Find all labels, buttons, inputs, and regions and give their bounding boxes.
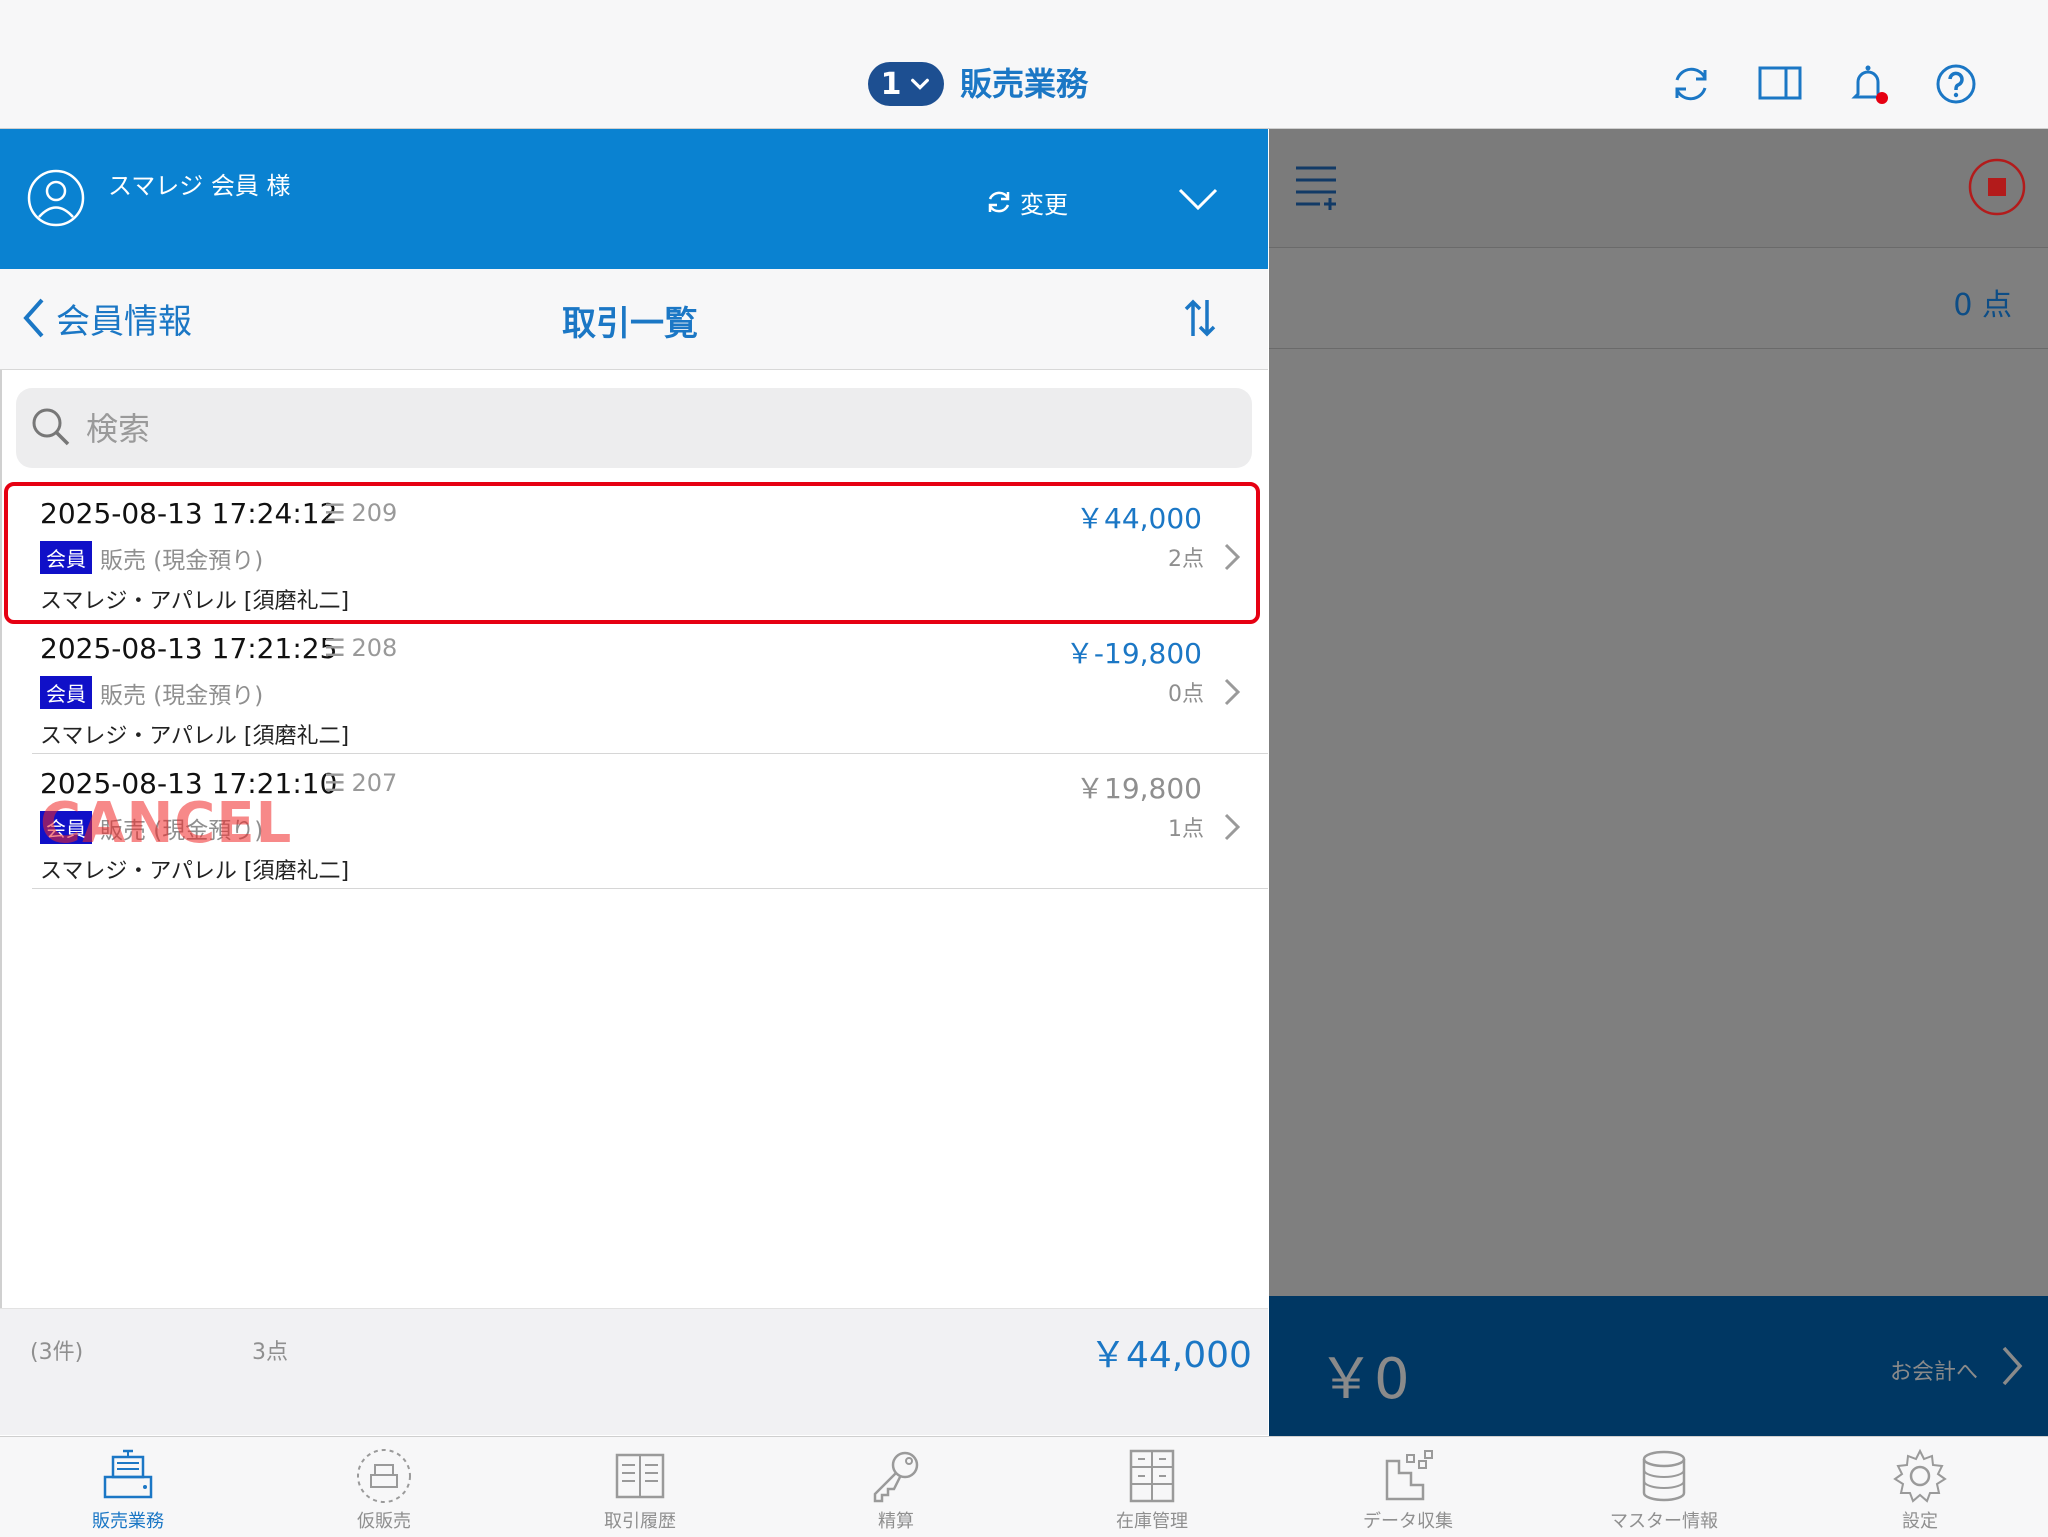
- transaction-kind: 販売 (現金預り): [100, 683, 264, 709]
- chevron-right-icon: [1224, 813, 1241, 841]
- tab-label: 在庫管理: [1116, 1511, 1188, 1532]
- search-input[interactable]: [84, 396, 1238, 462]
- change-member-button[interactable]: 変更: [984, 184, 1068, 220]
- tab-inventory[interactable]: 在庫管理: [1024, 1437, 1280, 1537]
- register-selector[interactable]: 1: [868, 62, 944, 106]
- tab-settlement[interactable]: 精算: [768, 1437, 1024, 1537]
- temp-sale-icon: [357, 1449, 411, 1503]
- database-icon: [1642, 1450, 1686, 1502]
- chevron-right-icon: [1224, 678, 1241, 706]
- cart-header: [1269, 129, 2048, 248]
- tab-label: 取引履歴: [604, 1511, 676, 1532]
- tab-history[interactable]: 取引履歴: [512, 1437, 768, 1537]
- transaction-row[interactable]: 2025-08-13 17:21:10 ☰ 207 ￥19,800 会員 販売 (…: [30, 755, 1268, 889]
- app-title: 販売業務: [960, 65, 1089, 103]
- register-icon: [103, 1449, 153, 1499]
- chevron-down-icon: [911, 78, 930, 90]
- search-icon: [30, 406, 72, 448]
- tab-bar: 販売業務 仮販売 取引履歴 精算 在庫管理 データ収集 マスター情報 設定: [0, 1436, 2048, 1537]
- tab-label: 設定: [1902, 1511, 1938, 1532]
- stop-icon[interactable]: [1968, 158, 2026, 216]
- transaction-amount: ￥19,800: [1076, 772, 1202, 805]
- back-label: 会員情報: [56, 301, 192, 342]
- split-view-icon[interactable]: [1756, 60, 1804, 108]
- row-divider: [32, 888, 1268, 889]
- avatar: [26, 168, 86, 228]
- list-icon: ☰: [324, 769, 346, 797]
- transaction-staff: スマレジ・アパレル [須磨礼二]: [40, 859, 350, 884]
- member-name: スマレジ 会員 様: [108, 172, 291, 200]
- tab-label: 仮販売: [357, 1511, 411, 1532]
- page-title: 取引一覧: [562, 304, 698, 344]
- transaction-number: ☰ 208: [324, 634, 398, 662]
- help-icon[interactable]: [1932, 60, 1980, 108]
- tab-sales[interactable]: 販売業務: [0, 1437, 256, 1537]
- tab-data-collection[interactable]: データ収集: [1280, 1437, 1536, 1537]
- transaction-points: 1点: [1168, 817, 1204, 842]
- gear-icon: [1893, 1448, 1947, 1503]
- tab-label: データ収集: [1363, 1511, 1453, 1532]
- key-icon: [873, 1451, 919, 1503]
- change-label: 変更: [1020, 190, 1068, 219]
- tab-label: マスター情報: [1610, 1511, 1718, 1532]
- bell-icon[interactable]: [1844, 60, 1892, 108]
- chevron-down-icon[interactable]: [1176, 184, 1220, 214]
- tab-master-info[interactable]: マスター情報: [1536, 1437, 1792, 1537]
- summary-total: ￥44,000: [1090, 1335, 1252, 1376]
- inventory-icon: [1129, 1449, 1175, 1503]
- add-list-icon[interactable]: [1294, 162, 1340, 210]
- selection-highlight: [4, 482, 1260, 624]
- cancel-stamp: CANCEL: [40, 791, 293, 856]
- tab-label: 販売業務: [92, 1511, 164, 1532]
- transaction-staff: スマレジ・アパレル [須磨礼二]: [40, 724, 350, 749]
- cart-items-row: [1269, 248, 2048, 349]
- refresh-icon: [988, 191, 1010, 213]
- member-badge: 会員: [40, 676, 92, 709]
- transaction-row[interactable]: 2025-08-13 17:21:25 ☰ 208 ￥-19,800 会員 販売 …: [30, 620, 1268, 754]
- list-icon: ☰: [324, 634, 346, 662]
- transaction-datetime: 2025-08-13 17:21:25: [40, 632, 338, 665]
- history-icon: [615, 1453, 665, 1499]
- summary-count: (3件): [30, 1340, 84, 1365]
- back-button[interactable]: 会員情報: [22, 292, 192, 344]
- transaction-points: 0点: [1168, 682, 1204, 707]
- cart-total: ￥0: [1318, 1347, 1410, 1412]
- cart-item-count: 0 点: [1953, 288, 2012, 323]
- checkout-label[interactable]: お会計へ: [1890, 1354, 1978, 1386]
- row-divider: [32, 753, 1268, 754]
- summary-bar: [0, 1308, 1268, 1435]
- chevron-left-icon: [23, 298, 44, 338]
- sort-icon[interactable]: [1180, 296, 1220, 340]
- tab-temp-sale[interactable]: 仮販売: [256, 1437, 512, 1537]
- data-collect-icon: [1385, 1450, 1433, 1501]
- sync-icon[interactable]: [1667, 60, 1715, 108]
- tab-settings[interactable]: 設定: [1792, 1437, 2048, 1537]
- chevron-right-icon[interactable]: [2000, 1344, 2024, 1388]
- summary-points: 3点: [252, 1340, 288, 1365]
- transaction-number: ☰ 207: [324, 769, 398, 797]
- transaction-amount: ￥-19,800: [1065, 637, 1202, 670]
- tab-label: 精算: [878, 1511, 914, 1532]
- register-number: 1: [880, 66, 902, 102]
